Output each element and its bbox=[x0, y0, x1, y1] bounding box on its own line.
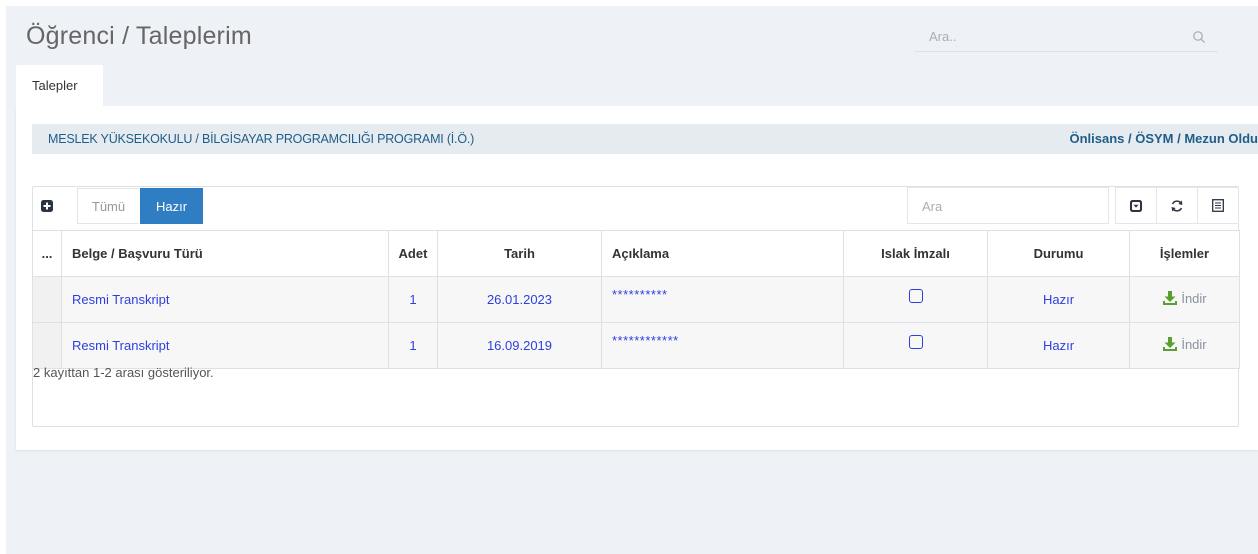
row-type[interactable]: Resmi Transkript bbox=[61, 276, 389, 323]
list-icon bbox=[1212, 199, 1224, 212]
row-menu-cell bbox=[32, 276, 62, 323]
requests-table: ... Belge / Başvuru Türü Adet Tarih Açık… bbox=[32, 230, 1240, 369]
table-row: Resmi Transkript 1 26.01.2023 **********… bbox=[32, 276, 1240, 323]
grid-tools bbox=[1115, 187, 1239, 224]
download-icon bbox=[1163, 336, 1178, 351]
top-search-input[interactable]: Ara.. bbox=[915, 22, 1218, 52]
col-header-menu[interactable]: ... bbox=[32, 230, 62, 277]
col-header-count[interactable]: Adet bbox=[388, 230, 438, 277]
row-date: 16.09.2019 bbox=[437, 322, 602, 369]
col-header-wet-signed[interactable]: Islak İmzalı bbox=[843, 230, 988, 277]
row-count: 1 bbox=[388, 322, 438, 369]
download-link[interactable]: İndir bbox=[1162, 290, 1207, 306]
col-header-actions: İşlemler bbox=[1129, 230, 1240, 277]
row-status: Hazır bbox=[987, 276, 1130, 323]
table-header-row: ... Belge / Başvuru Türü Adet Tarih Açık… bbox=[32, 230, 1240, 277]
row-count: 1 bbox=[388, 276, 438, 323]
list-view-button[interactable] bbox=[1198, 188, 1238, 223]
row-description: ********** bbox=[612, 287, 668, 302]
row-type[interactable]: Resmi Transkript bbox=[61, 322, 389, 369]
main-panel: MESLEK YÜKSEKOKULU / BİLGİSAYAR PROGRAMC… bbox=[16, 106, 1258, 450]
row-status: Hazır bbox=[987, 322, 1130, 369]
program-bar: MESLEK YÜKSEKOKULU / BİLGİSAYAR PROGRAMC… bbox=[32, 124, 1258, 154]
row-wet-signed-cell bbox=[843, 322, 988, 369]
wet-signed-checkbox[interactable] bbox=[908, 289, 923, 303]
download-label: İndir bbox=[1181, 336, 1207, 352]
row-description-cell: ********** bbox=[601, 276, 844, 323]
col-header-status[interactable]: Durumu bbox=[987, 230, 1130, 277]
program-name: MESLEK YÜKSEKOKULU / BİLGİSAYAR PROGRAMC… bbox=[48, 132, 475, 146]
col-header-date[interactable]: Tarih bbox=[437, 230, 602, 277]
row-description: ************ bbox=[612, 333, 679, 348]
row-menu-cell bbox=[32, 322, 62, 369]
refresh-button[interactable] bbox=[1157, 188, 1198, 223]
table-row: Resmi Transkript 1 16.09.2019 **********… bbox=[32, 322, 1240, 369]
grid-search-placeholder: Ara bbox=[922, 199, 943, 214]
plus-square-icon bbox=[41, 200, 53, 212]
row-actions-cell: İndir bbox=[1129, 276, 1240, 323]
col-header-type[interactable]: Belge / Başvuru Türü bbox=[61, 230, 389, 277]
dropdown-icon bbox=[1130, 199, 1142, 212]
filter-ready-button[interactable]: Hazır bbox=[140, 188, 203, 224]
row-description-cell: ************ bbox=[601, 322, 844, 369]
requests-grid: Tümü Hazır Ara ... Belge / Başvuru Türü … bbox=[32, 186, 1240, 427]
row-date: 26.01.2023 bbox=[437, 276, 602, 323]
add-button[interactable] bbox=[34, 188, 60, 224]
grid-toolbar: Tümü Hazır Ara bbox=[33, 187, 1239, 231]
top-search-placeholder: Ara.. bbox=[929, 29, 957, 44]
grid-search-input[interactable]: Ara bbox=[907, 187, 1109, 224]
download-icon bbox=[1163, 290, 1178, 305]
page-title: Öğrenci / Taleplerim bbox=[26, 22, 252, 50]
tab-talepler[interactable]: Talepler bbox=[16, 65, 103, 107]
filter-all-button[interactable]: Tümü bbox=[77, 188, 139, 224]
program-status: Önlisans / ÖSYM / Mezun Oldu bbox=[1069, 131, 1258, 146]
column-toggle-button[interactable] bbox=[1116, 188, 1157, 223]
refresh-icon bbox=[1171, 199, 1183, 212]
wet-signed-checkbox[interactable] bbox=[908, 335, 923, 349]
row-actions-cell: İndir bbox=[1129, 322, 1240, 369]
row-wet-signed-cell bbox=[843, 276, 988, 323]
download-link[interactable]: İndir bbox=[1162, 336, 1207, 352]
pagination-summary: 2 kayıttan 1-2 arası gösteriliyor. bbox=[33, 365, 214, 380]
col-header-description[interactable]: Açıklama bbox=[601, 230, 844, 277]
tab-label: Talepler bbox=[32, 78, 78, 93]
download-label: İndir bbox=[1181, 290, 1207, 306]
search-icon[interactable] bbox=[1192, 30, 1206, 44]
